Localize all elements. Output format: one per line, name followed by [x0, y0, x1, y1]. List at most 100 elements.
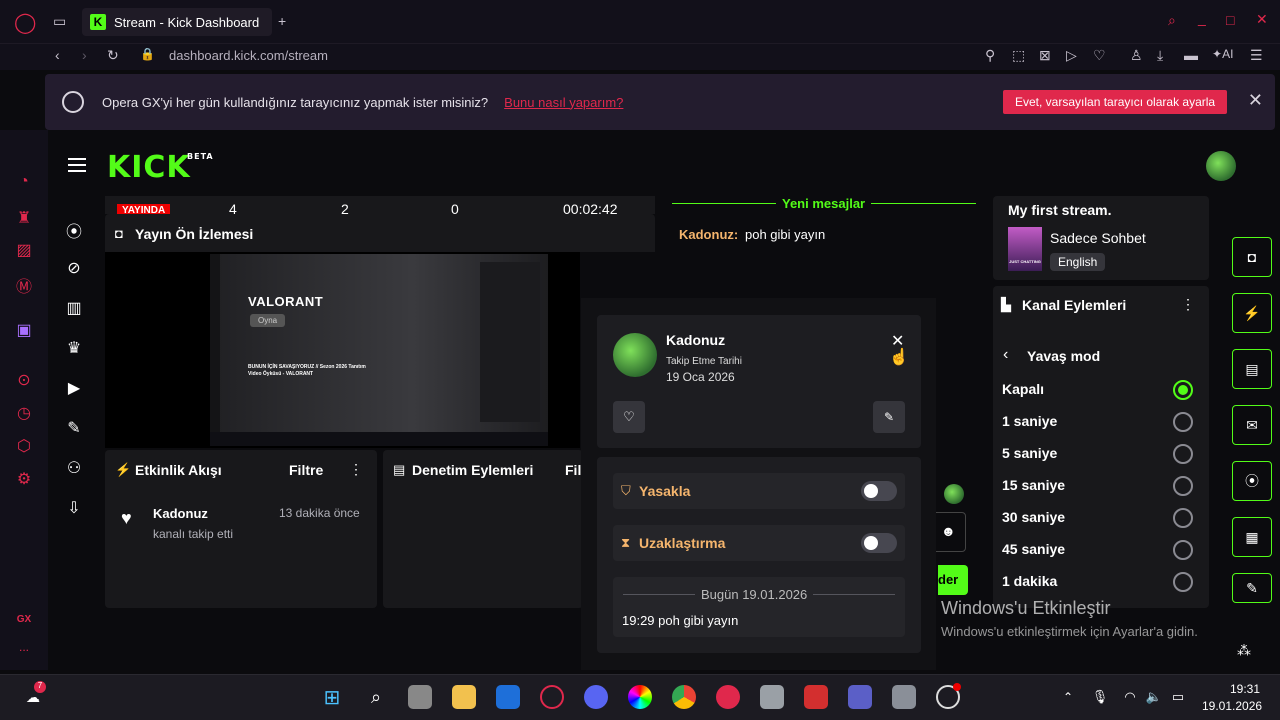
- download-icon[interactable]: ⤓: [1157, 47, 1163, 64]
- slow-mode-radio[interactable]: [1173, 444, 1193, 464]
- ai-button[interactable]: ✦AI: [1212, 47, 1233, 61]
- back-chevron-icon[interactable]: ‹: [1003, 346, 1008, 364]
- tools-icon[interactable]: ✎: [64, 418, 84, 438]
- battery-icon[interactable]: ▬: [1184, 47, 1198, 63]
- opera-logo-icon[interactable]: ◯: [14, 10, 36, 35]
- extensions-icon[interactable]: ⬡: [14, 436, 34, 456]
- stream-icon[interactable]: ⦿: [64, 218, 84, 241]
- slow-mode-option[interactable]: 1 saniye: [1002, 413, 1057, 429]
- chrome-icon[interactable]: [672, 685, 696, 709]
- set-default-button[interactable]: Evet, varsayılan tarayıcı olarak ayarla: [1003, 90, 1228, 114]
- hamburger-menu-icon[interactable]: [68, 158, 86, 172]
- snapshot-icon[interactable]: ⬚: [1012, 47, 1025, 64]
- messenger-icon[interactable]: Ⓜ: [14, 273, 34, 296]
- task-view-icon[interactable]: [408, 685, 432, 709]
- slow-mode-option[interactable]: 30 saniye: [1002, 509, 1065, 525]
- slow-mode-option[interactable]: 45 saniye: [1002, 541, 1065, 557]
- menu-icon[interactable]: ☰: [1250, 47, 1263, 64]
- slow-mode-radio[interactable]: [1173, 540, 1193, 560]
- chat-emote-icon[interactable]: [944, 484, 964, 504]
- gx-control-icon[interactable]: ▨: [14, 240, 34, 260]
- community-icon[interactable]: ⚇: [64, 458, 84, 478]
- back-icon[interactable]: ‹: [55, 47, 60, 63]
- category-thumbnail[interactable]: JUST CHATTING: [1008, 227, 1042, 271]
- speed-dial-icon[interactable]: ◔: [14, 173, 34, 193]
- chat-message-user[interactable]: Kadonuz:: [679, 227, 738, 242]
- pin-icon[interactable]: ⚲: [985, 47, 995, 64]
- camera-icon[interactable]: [760, 685, 784, 709]
- slow-mode-radio[interactable]: [1173, 476, 1193, 496]
- taskbar-search-icon[interactable]: ⌕: [364, 685, 388, 709]
- adblock-icon[interactable]: ⊠: [1039, 47, 1051, 64]
- browser-app-icon[interactable]: [716, 685, 740, 709]
- infobar-close-icon[interactable]: ✕: [1248, 90, 1263, 111]
- category-name[interactable]: Sadece Sohbet: [1050, 230, 1146, 246]
- player-icon[interactable]: ⊙: [14, 370, 34, 390]
- notes-tool-icon[interactable]: ▤: [1232, 349, 1272, 389]
- follow-heart-button[interactable]: ♡: [613, 401, 645, 433]
- channel-actions-kebab-icon[interactable]: ⋮: [1181, 296, 1195, 313]
- chat-tool-icon[interactable]: ✉: [1232, 405, 1272, 445]
- opera-gx-taskbar-icon[interactable]: [540, 685, 564, 709]
- settings-icon[interactable]: ⚙: [14, 469, 34, 489]
- clock-time[interactable]: 19:31: [1230, 682, 1260, 696]
- infobar-help-link[interactable]: Bunu nasıl yaparım?: [504, 95, 623, 110]
- workspace-icon[interactable]: ▭: [53, 13, 66, 30]
- activity-user[interactable]: Kadonuz: [153, 506, 208, 521]
- close-window-icon[interactable]: ✕: [1256, 11, 1268, 28]
- battery-tray-icon[interactable]: ▭: [1166, 685, 1190, 709]
- mute-button[interactable]: ✎: [873, 401, 905, 433]
- file-explorer-icon[interactable]: [452, 685, 476, 709]
- activity-filter[interactable]: Filtre: [289, 462, 323, 478]
- ban-toggle[interactable]: [861, 481, 897, 501]
- slow-mode-radio[interactable]: [1173, 380, 1193, 400]
- activity-kebab-icon[interactable]: ⋮: [349, 461, 363, 478]
- wrench-tool-icon[interactable]: ✎: [1232, 573, 1272, 603]
- volume-icon[interactable]: 🔈: [1142, 685, 1166, 709]
- slow-mode-option[interactable]: 5 saniye: [1002, 445, 1057, 461]
- gx-corner-icon[interactable]: ♜: [14, 208, 34, 228]
- gx-label[interactable]: GX: [14, 614, 34, 634]
- broadcast-tool-icon[interactable]: ⦿: [1232, 461, 1272, 501]
- play-icon[interactable]: ▷: [1066, 47, 1077, 64]
- outlook-icon[interactable]: [496, 685, 520, 709]
- overlay-dots-icon[interactable]: ⁂: [1237, 642, 1251, 659]
- twitch-icon[interactable]: ▣: [14, 320, 34, 340]
- slow-mode-option[interactable]: Kapalı: [1002, 381, 1044, 397]
- search-icon[interactable]: ⌕: [1168, 12, 1176, 29]
- clock-date[interactable]: 19.01.2026: [1202, 699, 1262, 713]
- settings-app-icon[interactable]: [892, 685, 916, 709]
- video-icon[interactable]: ▶: [64, 378, 84, 398]
- upload-icon[interactable]: ⇩: [64, 498, 84, 518]
- timeout-toggle[interactable]: [861, 533, 897, 553]
- play-button[interactable]: Oyna: [250, 314, 286, 327]
- moderation-filter[interactable]: Fil: [565, 462, 581, 478]
- maximize-icon[interactable]: □: [1226, 12, 1234, 28]
- browser-tab[interactable]: K Stream - Kick Dashboard: [82, 8, 272, 36]
- analytics-icon[interactable]: ▥: [64, 298, 84, 318]
- screenshot-tool-icon[interactable]: ◘: [1232, 237, 1272, 277]
- minimize-icon[interactable]: _: [1198, 10, 1206, 26]
- discord-icon[interactable]: [584, 685, 608, 709]
- account-icon[interactable]: ♙: [1130, 47, 1143, 64]
- send-button[interactable]: der: [938, 565, 968, 595]
- user-avatar[interactable]: [1206, 151, 1236, 181]
- wifi-icon[interactable]: ◠: [1118, 685, 1142, 709]
- heart-icon[interactable]: ♡: [1093, 47, 1106, 64]
- sidebar-more-icon[interactable]: ...: [14, 640, 34, 660]
- slow-mode-radio[interactable]: [1173, 572, 1193, 592]
- color-app-icon[interactable]: [628, 685, 652, 709]
- forward-icon[interactable]: ›: [82, 47, 87, 63]
- slow-mode-option[interactable]: 1 dakika: [1002, 573, 1057, 589]
- slow-mode-radio[interactable]: [1173, 412, 1193, 432]
- preview-video[interactable]: VALORANT Oyna BUNUN İÇİN SAVAŞIYORUZ // …: [210, 254, 548, 446]
- slow-mode-option[interactable]: 15 saniye: [1002, 477, 1065, 493]
- slow-mode-radio[interactable]: [1173, 508, 1193, 528]
- layout-tool-icon[interactable]: ▦: [1232, 517, 1272, 557]
- capture-app-icon[interactable]: [804, 685, 828, 709]
- teams-icon[interactable]: [848, 685, 872, 709]
- trophy-icon[interactable]: ♛: [64, 338, 84, 358]
- user-card-avatar[interactable]: [613, 333, 657, 377]
- url-field[interactable]: dashboard.kick.com/stream: [169, 48, 328, 63]
- new-tab-icon[interactable]: +: [278, 13, 286, 29]
